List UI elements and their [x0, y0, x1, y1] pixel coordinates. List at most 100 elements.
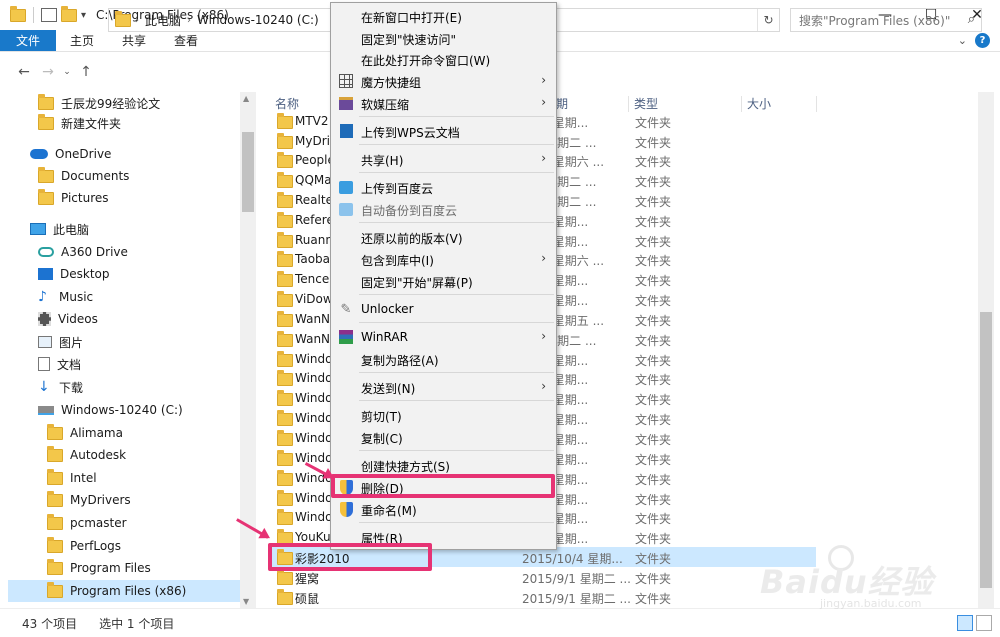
- nav-item[interactable]: 图片: [38, 331, 240, 353]
- tab-share[interactable]: 共享: [108, 30, 160, 51]
- nav-item[interactable]: A360 Drive: [38, 241, 240, 263]
- menu-item-mofang[interactable]: 魔方快捷组 ›: [331, 70, 556, 92]
- menu-item-winrar[interactable]: WinRAR ›: [331, 326, 556, 348]
- file-name: Windo: [295, 352, 333, 366]
- nav-item[interactable]: Videos: [38, 308, 240, 330]
- divider[interactable]: [816, 96, 817, 112]
- nav-item[interactable]: Documents: [38, 165, 240, 187]
- file-row[interactable]: 硕鼠 2015/9/1 星期二 ... 文件夹: [272, 587, 816, 607]
- submenu-arrow-icon: ›: [541, 379, 546, 393]
- file-type: 文件夹: [635, 314, 672, 328]
- nav-item-label: Videos: [58, 312, 98, 326]
- menu-item-pin-start[interactable]: 固定到"开始"屏幕(P): [331, 270, 556, 292]
- properties-icon[interactable]: [41, 8, 57, 22]
- menu-item-create-shortcut[interactable]: 创建快捷方式(S): [331, 454, 556, 476]
- file-type: 文件夹: [635, 413, 672, 427]
- nav-item[interactable]: ↓ 下载: [38, 376, 240, 398]
- menu-item-open-new-window[interactable]: 在新窗口中打开(E): [331, 5, 556, 27]
- music-icon: ♪: [38, 289, 47, 305]
- nav-item[interactable]: ♪ Music: [38, 286, 240, 308]
- chevron-right-icon[interactable]: ›: [135, 15, 139, 26]
- nav-item[interactable]: PerfLogs: [47, 535, 240, 557]
- nav-item[interactable]: Autodesk: [47, 444, 240, 466]
- recent-locations-icon[interactable]: ⌄: [60, 60, 74, 84]
- nav-item[interactable]: pcmaster: [47, 512, 240, 534]
- search-input[interactable]: 搜索"Program Files (x86)" ⌕: [790, 8, 982, 32]
- menu-item-cut[interactable]: 剪切(T): [331, 404, 556, 426]
- nav-item-label: Alimama: [70, 426, 123, 440]
- menu-item-share[interactable]: 共享(H) ›: [331, 148, 556, 170]
- nav-item[interactable]: MyDrivers: [47, 489, 240, 511]
- new-folder-icon[interactable]: [61, 5, 77, 22]
- file-name: Windo: [295, 371, 333, 385]
- nav-item[interactable]: Desktop: [38, 263, 240, 285]
- expand-ribbon-icon[interactable]: ⌄: [958, 34, 967, 47]
- divider[interactable]: [628, 96, 629, 112]
- customize-dropdown-icon[interactable]: ▾: [81, 10, 86, 21]
- divider[interactable]: [741, 96, 742, 112]
- menu-item-copy-as-path[interactable]: 复制为路径(A): [331, 348, 556, 370]
- menu-item-label: 还原以前的版本(V): [361, 232, 463, 246]
- nav-item-label: Program Files (x86): [70, 584, 187, 598]
- menu-item-upload-wps[interactable]: 上传到WPS云文档: [331, 120, 556, 142]
- chevron-right-icon[interactable]: ›: [187, 15, 191, 26]
- nav-item[interactable]: 壬辰龙99经验论文: [38, 92, 240, 114]
- nav-item-label: 新建文件夹: [61, 116, 122, 131]
- menu-item-ruanmei-compress[interactable]: 软媒压缩 ›: [331, 92, 556, 114]
- help-icon[interactable]: ?: [975, 33, 990, 48]
- back-icon[interactable]: ←: [12, 60, 36, 84]
- file-name: Windo: [295, 431, 333, 445]
- file-type: 文件夹: [635, 393, 672, 407]
- menu-item-rename[interactable]: 重命名(M): [331, 498, 556, 520]
- menu-item-pin-quick-access[interactable]: 固定到"快速访问": [331, 27, 556, 49]
- documents-icon: [38, 357, 50, 371]
- file-type: 文件夹: [635, 334, 672, 348]
- nav-item[interactable]: Program Files: [47, 557, 240, 579]
- menu-item-copy[interactable]: 复制(C): [331, 426, 556, 448]
- nav-item-label: Music: [59, 290, 94, 304]
- menu-item-open-command-window[interactable]: 在此处打开命令窗口(W): [331, 48, 556, 70]
- breadcrumb-this-pc[interactable]: 此电脑: [143, 12, 183, 29]
- tab-view[interactable]: 查看: [160, 30, 212, 51]
- scrollbar-thumb[interactable]: [980, 312, 992, 588]
- nav-item[interactable]: Alimama: [47, 422, 240, 444]
- menu-item-restore-versions[interactable]: 还原以前的版本(V): [331, 226, 556, 248]
- file-date: 2015/9/1 星期二 ...: [522, 592, 631, 606]
- scrollbar-thumb[interactable]: [242, 132, 254, 212]
- forward-icon[interactable]: →: [36, 60, 60, 84]
- quick-access-toolbar: ▾: [0, 5, 86, 23]
- file-list-scrollbar[interactable]: [978, 92, 994, 608]
- nav-item-onedrive[interactable]: OneDrive: [30, 143, 240, 165]
- nav-item-this-pc[interactable]: 此电脑: [30, 218, 240, 240]
- menu-item-unlocker[interactable]: ✎ Unlocker: [331, 298, 556, 320]
- computer-icon: [30, 223, 46, 235]
- nav-item[interactable]: 文档: [38, 353, 240, 375]
- menu-item-include-library[interactable]: 包含到库中(I) ›: [331, 248, 556, 270]
- large-icons-view-icon[interactable]: [976, 615, 992, 631]
- file-name: 猩窝: [295, 572, 320, 586]
- nav-item[interactable]: Pictures: [38, 187, 240, 209]
- nav-item[interactable]: Intel: [47, 467, 240, 489]
- breadcrumb-c-drive[interactable]: Windows-10240 (C:): [195, 13, 321, 27]
- up-icon[interactable]: ↑: [74, 60, 98, 84]
- menu-item-send-to[interactable]: 发送到(N) ›: [331, 376, 556, 398]
- search-icon[interactable]: ⌕: [968, 12, 975, 27]
- scroll-down-icon[interactable]: ▼: [243, 597, 249, 606]
- tab-file[interactable]: 文件: [0, 30, 57, 51]
- divider: [359, 116, 554, 117]
- scroll-up-icon[interactable]: ▲: [243, 94, 249, 103]
- submenu-arrow-icon: ›: [541, 151, 546, 165]
- file-name: Taoba: [295, 252, 331, 266]
- refresh-icon[interactable]: ↻: [757, 9, 779, 31]
- folder-icon: [277, 351, 293, 367]
- nav-item-c-drive[interactable]: Windows-10240 (C:): [38, 399, 240, 421]
- item-count: 43 个项目: [22, 616, 78, 631]
- details-view-icon[interactable]: [957, 615, 973, 631]
- baidu-watermark: Baidu经验 jingyan.baidu.com: [760, 545, 950, 615]
- wps-icon: [338, 123, 354, 139]
- nav-item[interactable]: 新建文件夹: [38, 112, 240, 134]
- nav-item-program-files-x86[interactable]: Program Files (x86): [8, 580, 240, 602]
- menu-item-upload-baidu[interactable]: 上传到百度云: [331, 176, 556, 198]
- tab-home[interactable]: 主页: [56, 30, 108, 51]
- divider: [359, 144, 554, 145]
